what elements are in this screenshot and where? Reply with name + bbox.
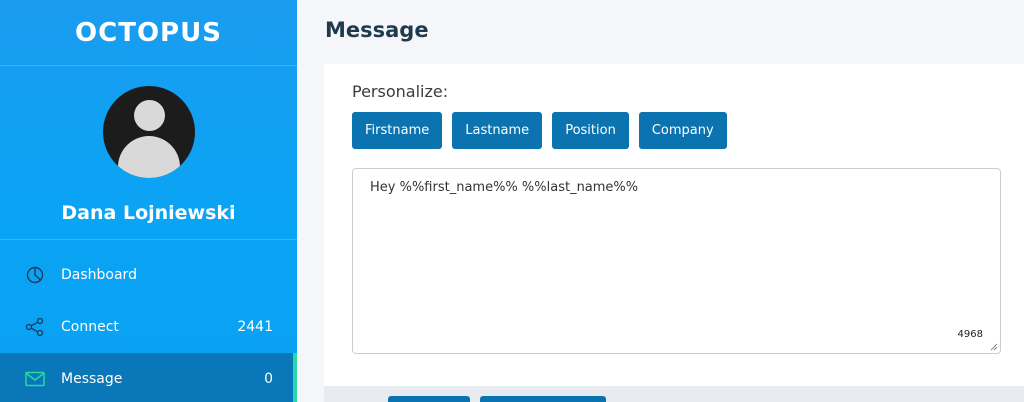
position-button[interactable]: Position xyxy=(552,112,629,149)
share-icon xyxy=(24,316,46,338)
logo-area: OCTOPUS xyxy=(0,0,297,66)
app-logo[interactable]: OCTOPUS xyxy=(75,18,222,48)
char-count: 4968 xyxy=(957,329,983,340)
sidebar-item-message[interactable]: Message 0 xyxy=(0,353,297,402)
footer-button-1[interactable] xyxy=(388,396,470,402)
firstname-button[interactable]: Firstname xyxy=(352,112,443,149)
sidebar-item-dashboard[interactable]: Dashboard xyxy=(0,249,297,301)
message-textarea[interactable]: Hey %%first_name%% %%last_name%% 4968 xyxy=(352,168,1001,354)
main-content: Message Personalize: Firstname Lastname … xyxy=(297,0,1024,402)
page-title: Message xyxy=(325,18,429,42)
profile-name: Dana Lojniewski xyxy=(61,202,236,224)
message-card: Personalize: Firstname Lastname Position… xyxy=(324,64,1024,386)
message-text: Hey %%first_name%% %%last_name%% xyxy=(370,180,639,195)
avatar-body xyxy=(117,136,180,178)
pie-chart-icon xyxy=(24,264,46,286)
resize-handle-icon[interactable] xyxy=(990,343,998,351)
company-button[interactable]: Company xyxy=(638,112,727,149)
sidebar-item-label: Connect xyxy=(61,319,119,335)
lastname-button[interactable]: Lastname xyxy=(452,112,543,149)
avatar[interactable] xyxy=(102,86,195,178)
personalize-label: Personalize: xyxy=(352,82,449,101)
sidebar-item-connect[interactable]: Connect 2441 xyxy=(0,301,297,353)
footer-button-2[interactable] xyxy=(480,396,606,402)
personalize-buttons: Firstname Lastname Position Company xyxy=(352,112,737,149)
footer-bar xyxy=(324,386,1024,402)
sidebar-item-label: Message xyxy=(61,371,123,387)
envelope-icon xyxy=(24,368,46,390)
sidebar-item-count: 0 xyxy=(264,371,273,387)
sidebar-item-label: Dashboard xyxy=(61,267,137,283)
profile-section: Dana Lojniewski xyxy=(0,66,297,240)
avatar-head xyxy=(133,100,165,131)
sidebar-nav: Dashboard Connect 2441 Message 0 xyxy=(0,249,297,402)
sidebar: OCTOPUS Dana Lojniewski Dashboard Connec… xyxy=(0,0,297,402)
sidebar-item-count: 2441 xyxy=(237,319,273,335)
